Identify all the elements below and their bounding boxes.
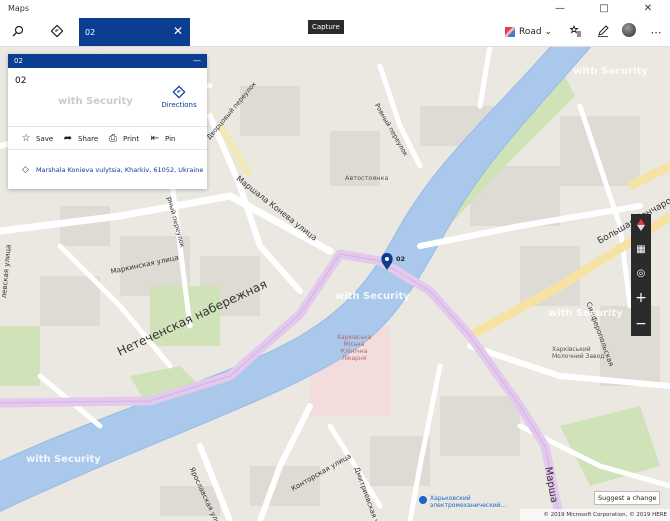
directions-icon[interactable] [47,23,67,43]
place-label-elektro: Харьковский электромеханический... [430,495,507,509]
place-label-hospital: Харківська Міська Клінічна Лікарня [336,334,372,362]
print-button[interactable]: ⎙ Print [107,132,139,146]
more-options-icon[interactable]: ⋯ [646,23,666,43]
locate-icon[interactable]: ◎ [631,262,651,286]
capture-tooltip: Capture [308,20,344,34]
map-style-label: Road [519,27,542,37]
favorites-icon[interactable] [566,23,586,43]
suggest-change-button[interactable]: Suggest a change [594,491,661,505]
chevron-down-icon: ⌄ [544,27,553,37]
minimize-icon[interactable]: — [538,0,582,18]
directions-diamond-icon: ◇ [22,165,29,175]
watermark: with Security [335,291,410,302]
save-button[interactable]: ☆ Save [20,132,54,146]
watermark: with Security [548,308,623,319]
watermark: with Security [26,454,101,465]
directions-icon [172,85,186,99]
maximize-icon[interactable]: □ [582,0,626,18]
app-title: Maps [8,4,30,13]
search-box[interactable]: ✕ [79,18,190,46]
search-icon[interactable] [8,23,28,43]
pin-button[interactable]: ⇤ Pin [149,132,176,146]
title-bar: Maps — □ ✕ [0,0,670,18]
place-label-avtostoyanka: Автостоянка [345,174,389,182]
place-title: 02 [15,76,27,86]
minimize-card-icon[interactable]: — [193,54,201,68]
address-text: Marshala Konieva vulytsia, Kharkiv, 6105… [36,166,204,174]
place-card-header: 02 — [8,54,207,68]
share-button[interactable]: ➦ Share [62,132,98,146]
map-style-button[interactable]: Road ⌄ [505,22,557,42]
directions-button[interactable]: Directions [161,85,197,109]
place-card-header-title: 02 [14,57,23,65]
3d-buildings-icon[interactable]: ▦ [631,238,651,262]
maps-app-window: 02 Нетеченская набережная Маршала Конева… [0,0,670,521]
watermark: with Security [573,66,648,77]
road-style-icon [505,26,515,37]
print-icon: ⎙ [109,133,117,144]
search-input[interactable] [85,24,167,40]
address-link[interactable]: ◇ Marshala Konieva vulytsia, Kharkiv, 610… [22,165,203,175]
share-icon: ➦ [63,133,73,144]
place-card: 02 — 02 with Security Directions ☆ Save ➦… [8,54,207,189]
clear-search-icon[interactable]: ✕ [170,22,186,40]
plus-icon[interactable]: + [631,286,651,310]
directions-label: Directions [161,101,197,109]
pin-label: 02 [396,255,406,263]
watermark: with Security [58,96,133,107]
ink-pen-icon[interactable] [593,23,613,43]
close-icon[interactable]: ✕ [626,0,670,18]
minus-icon[interactable]: − [631,312,651,336]
star-icon: ☆ [21,133,31,144]
pin-icon: ⇤ [150,133,160,144]
place-label-zavod: Харківський Молочний Завод [552,346,605,360]
action-bar: ☆ Save ➦ Share ⎙ Print ⇤ Pin [8,126,207,150]
compass-icon[interactable] [631,214,651,238]
avatar[interactable] [622,23,636,37]
map-controls: ▦ ◎ + − [631,214,651,336]
copyright-text: © 2019 Microsoft Corporation, © 2019 HER… [520,509,670,521]
